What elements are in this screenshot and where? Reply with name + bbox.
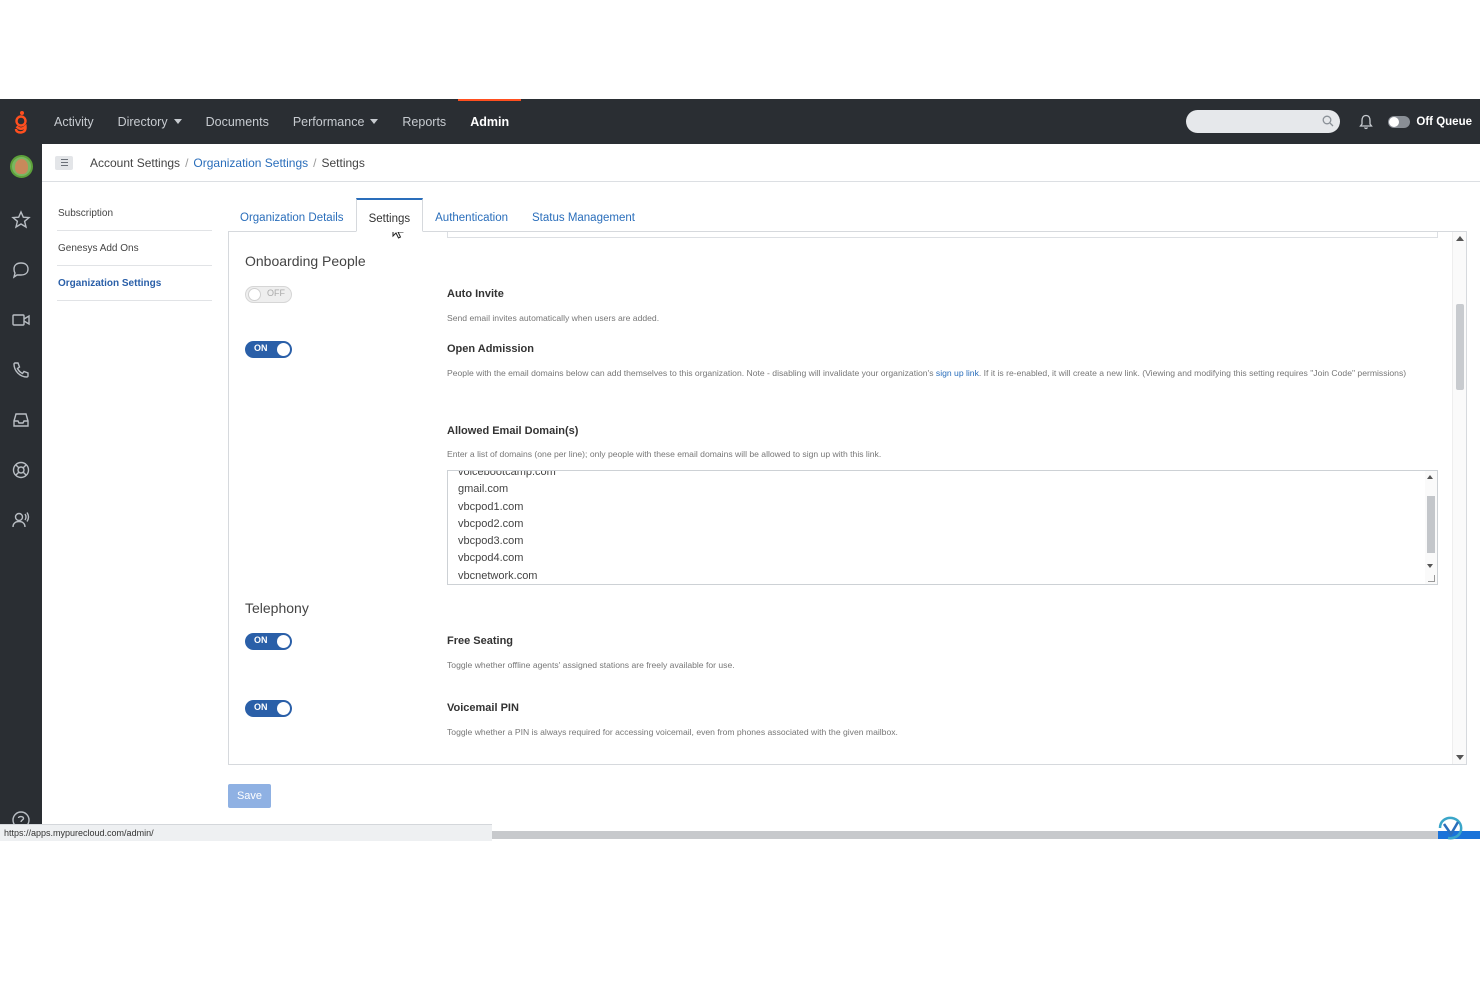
section-title-onboarding: Onboarding People (245, 253, 366, 269)
horizontal-scrollbar[interactable] (492, 831, 1438, 839)
breadcrumb-organization-settings[interactable]: Organization Settings (193, 156, 308, 170)
free-seating-toggle[interactable]: ON (245, 633, 292, 650)
previous-field-edge (447, 232, 1438, 238)
domain-line: vbcpod2.com (458, 517, 524, 530)
domain-line: voicebootcamp.com (458, 470, 556, 478)
domain-line: vbcnetwork.com (458, 569, 538, 582)
chevron-down-icon (370, 119, 379, 124)
domains-list: voicebootcamp.com gmail.com vbcpod1.com … (448, 470, 556, 584)
resize-grip-icon[interactable] (1428, 575, 1435, 582)
nav-admin[interactable]: Admin (458, 99, 521, 144)
domain-line: vbcpod1.com (458, 500, 524, 513)
free-seating-description: Toggle whether offline agents' assigned … (447, 660, 735, 670)
toggle-knob (277, 635, 290, 648)
scroll-thumb[interactable] (1427, 496, 1435, 553)
subnav-subscription[interactable]: Subscription (57, 196, 212, 231)
nav-activity[interactable]: Activity (42, 99, 106, 144)
domain-line: vbcpod3.com (458, 535, 524, 548)
open-admission-description: People with the email domains below can … (447, 366, 1427, 380)
open-admission-toggle[interactable]: ON (245, 341, 292, 358)
toggle-state-label: OFF (267, 288, 285, 298)
queue-toggle[interactable] (1388, 115, 1411, 128)
menu-icon[interactable] (55, 155, 73, 170)
phone-icon[interactable] (11, 360, 31, 380)
auto-invite-title: Auto Invite (447, 288, 504, 300)
voicemail-pin-title: Voicemail PIN (447, 702, 519, 714)
top-nav: Activity Directory Documents Performance… (0, 99, 1480, 144)
tab-status-management[interactable]: Status Management (520, 198, 647, 232)
breadcrumb-separator: / (313, 155, 317, 170)
voicemail-pin-toggle[interactable]: ON (245, 700, 292, 717)
search-icon (1322, 115, 1334, 127)
scroll-thumb[interactable] (1456, 304, 1464, 390)
save-button[interactable]: Save (228, 784, 271, 808)
domain-line: vbcpod4.com (458, 552, 524, 565)
scroll-down-icon[interactable] (1456, 755, 1464, 760)
settings-subnav: Subscription Genesys Add Ons Organizatio… (57, 196, 212, 301)
subnav-genesys-add-ons[interactable]: Genesys Add Ons (57, 231, 212, 266)
avatar[interactable] (10, 155, 33, 178)
scroll-up-icon[interactable] (1427, 475, 1433, 479)
open-admission-title: Open Admission (447, 343, 534, 355)
toggle-state-label: ON (254, 702, 268, 712)
video-icon[interactable] (11, 310, 31, 330)
scroll-up-icon[interactable] (1456, 236, 1464, 241)
domains-scrollbar[interactable] (1425, 471, 1437, 584)
breadcrumb-settings: Settings (321, 155, 365, 170)
breadcrumb-separator: / (185, 155, 189, 170)
toggle-state-label: ON (254, 635, 268, 645)
chat-icon[interactable] (11, 260, 31, 280)
auto-invite-toggle[interactable]: OFF (245, 286, 292, 303)
chevron-down-icon (173, 119, 182, 124)
free-seating-title: Free Seating (447, 635, 514, 647)
toggle-knob (248, 288, 261, 301)
allowed-domains-textarea[interactable]: voicebootcamp.com gmail.com vbcpod1.com … (447, 470, 1438, 585)
nav-documents[interactable]: Documents (194, 99, 281, 144)
allowed-domains-title: Allowed Email Domain(s) (447, 425, 579, 437)
corner-logo-icon (1438, 816, 1463, 840)
scroll-down-icon[interactable] (1427, 564, 1433, 568)
breadcrumb: Account Settings / Organization Settings… (42, 144, 1480, 182)
subnav-organization-settings[interactable]: Organization Settings (57, 266, 212, 301)
lifebuoy-icon[interactable] (11, 460, 31, 480)
bell-icon[interactable] (1356, 112, 1376, 132)
toggle-knob (277, 343, 290, 356)
domain-line: gmail.com (458, 483, 509, 496)
settings-tabs: Organization Details Settings Authentica… (228, 198, 647, 232)
auto-invite-description: Send email invites automatically when us… (447, 313, 660, 323)
tab-settings[interactable]: Settings (355, 198, 424, 232)
breadcrumb-account-settings[interactable]: Account Settings (90, 156, 180, 170)
queue-status-label[interactable]: Off Queue (1416, 116, 1472, 128)
inbox-icon[interactable] (11, 410, 31, 430)
sign-up-link[interactable]: sign up link (936, 368, 979, 378)
browser-status-bar: https://apps.mypurecloud.com/admin/ (0, 824, 492, 841)
voicemail-pin-description: Toggle whether a PIN is always required … (447, 727, 898, 737)
search-input[interactable] (1186, 110, 1341, 133)
nav-directory[interactable]: Directory (106, 99, 194, 144)
user-voice-icon[interactable] (11, 510, 31, 530)
toggle-knob (277, 702, 290, 715)
star-icon[interactable] (11, 210, 31, 230)
tab-authentication[interactable]: Authentication (423, 198, 520, 232)
open-admission-desc-text: People with the email domains below can … (447, 368, 936, 378)
settings-panel: Onboarding People OFF Auto Invite Send e… (228, 231, 1467, 765)
allowed-domains-description: Enter a list of domains (one per line); … (447, 449, 882, 459)
panel-scrollbar[interactable] (1452, 232, 1466, 764)
nav-performance[interactable]: Performance (281, 99, 391, 144)
tab-organization-details[interactable]: Organization Details (228, 198, 356, 232)
section-title-telephony: Telephony (245, 600, 309, 616)
open-admission-desc-text-end: . If it is re-enabled, it will create a … (978, 368, 1407, 378)
nav-reports[interactable]: Reports (390, 99, 458, 144)
genesys-logo-icon[interactable] (0, 99, 42, 144)
left-sidebar (0, 144, 42, 841)
nav-right: Off Queue (1186, 99, 1472, 144)
toggle-state-label: ON (254, 343, 268, 353)
app-frame: Activity Directory Documents Performance… (0, 99, 1480, 841)
